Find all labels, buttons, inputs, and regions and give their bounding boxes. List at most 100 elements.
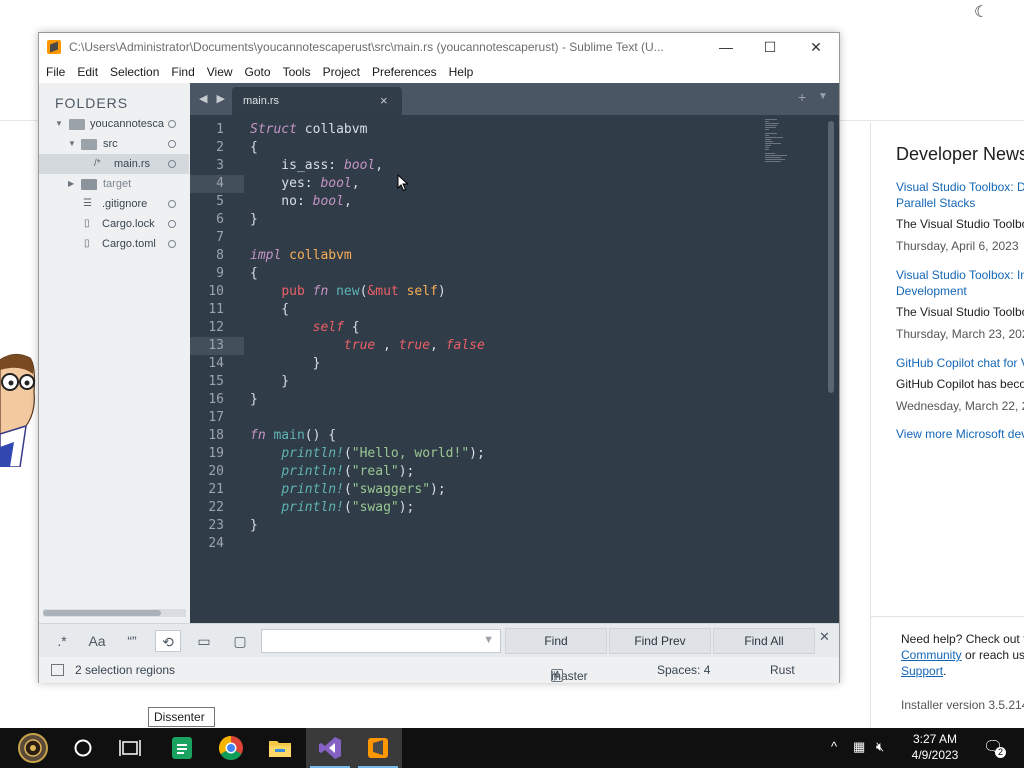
sheets-app-icon[interactable] (168, 734, 196, 762)
whole-word-toggle[interactable]: “” (119, 630, 145, 652)
code-line: { (250, 140, 258, 155)
case-sensitive-toggle[interactable]: Aa (84, 630, 110, 652)
community-link[interactable]: Community (901, 648, 962, 662)
close-find-panel-icon[interactable]: ✕ (819, 629, 830, 645)
new-tab-plus-icon[interactable]: + (798, 89, 806, 105)
tab-main-rs[interactable]: main.rs × (232, 87, 402, 115)
in-selection-toggle-icon[interactable]: ▭ (191, 630, 217, 652)
theme-moon-icon[interactable]: ☾ (974, 2, 988, 22)
show-hidden-icons-chevron-icon[interactable]: ^ (831, 739, 837, 754)
regex-toggle[interactable]: .* (49, 630, 75, 652)
line-number: 14 (208, 356, 224, 371)
sidebar-item-src[interactable]: ▼ src (39, 134, 189, 154)
syntax-status[interactable]: Rust (770, 663, 795, 677)
code-editor[interactable]: 1 2 3 4 5 6 7 8 9 10 11 12 13 14 15 16 17 18 19 20 21 22 23 24 … (190, 115, 839, 623)
line-number: 19 (208, 446, 224, 461)
find-all-button[interactable]: Find All (713, 628, 815, 654)
sidebar-item-cargo-toml[interactable]: ▯ Cargo.toml (39, 234, 189, 254)
code-line: } (250, 356, 321, 371)
minimap[interactable] (765, 119, 795, 163)
maximize-button[interactable]: ☐ (747, 33, 793, 61)
news-link[interactable]: GitHub Copilot chat for V (896, 355, 1024, 371)
menu-project[interactable]: Project (316, 61, 365, 79)
editor-scrollbar-thumb[interactable] (828, 121, 834, 393)
line-number: 4 (216, 176, 224, 191)
taskbar-clock[interactable]: 3:27 AM 4/9/2023 (900, 731, 970, 763)
wrap-toggle-icon[interactable]: ⟲ (155, 630, 181, 652)
code-line: } (250, 392, 258, 407)
scrollbar-thumb[interactable] (43, 610, 161, 616)
find-history-dropdown-icon[interactable]: ▼ (483, 634, 494, 646)
tab-nav-arrows-icon[interactable]: ◀ ▶ (199, 92, 228, 105)
menu-view[interactable]: View (200, 61, 238, 79)
news-link[interactable]: Visual Studio Toolbox: De Parallel Stack… (896, 179, 1024, 211)
menu-selection[interactable]: Selection (103, 61, 164, 79)
start-button-icon[interactable] (10, 732, 56, 764)
sidebar-scrollbar[interactable] (43, 609, 186, 617)
code-line: impl collabvm (250, 248, 352, 263)
chevron-right-icon[interactable]: ▶ (68, 174, 74, 194)
line-number: 13 (208, 338, 224, 353)
find-button[interactable]: Find (505, 628, 607, 654)
menu-tools[interactable]: Tools (276, 61, 316, 79)
close-file-circle-icon[interactable] (168, 240, 176, 248)
close-tab-icon[interactable]: × (380, 93, 388, 108)
sidebar-item-target[interactable]: ▶ target (39, 174, 189, 194)
code-line: { (250, 302, 290, 317)
installer-version: Installer version 3.5.214 (901, 698, 1024, 712)
menu-edit[interactable]: Edit (70, 61, 103, 79)
close-window-button[interactable]: ✕ (793, 33, 839, 61)
sidebar-item-label: youcannotesca (90, 118, 164, 130)
close-folder-circle-icon[interactable] (168, 120, 176, 128)
visual-studio-installer-icon[interactable] (316, 734, 344, 762)
find-input[interactable]: ▼ (261, 629, 501, 653)
folder-open-icon (69, 119, 85, 130)
chrome-icon[interactable] (217, 734, 245, 762)
menu-help[interactable]: Help (442, 61, 479, 79)
toggle-panel-icon[interactable] (51, 664, 64, 676)
status-bar: 2 selection regions ᛘ master 4 Spaces: 4… (39, 657, 839, 683)
find-prev-button[interactable]: Find Prev (609, 628, 711, 654)
sidebar-item-gitignore[interactable]: ☰ .gitignore (39, 194, 189, 214)
menu-preferences[interactable]: Preferences (365, 61, 442, 79)
task-view-icon[interactable] (118, 736, 142, 760)
line-number: 16 (208, 392, 224, 407)
news-link[interactable]: Visual Studio Toolbox: In Development (896, 267, 1024, 299)
close-file-circle-icon[interactable] (168, 160, 176, 168)
tab-label: main.rs (243, 95, 280, 107)
title-bar[interactable]: C:\Users\Administrator\Documents\youcann… (39, 33, 839, 61)
highlight-matches-toggle-icon[interactable]: ▢ (227, 630, 253, 652)
view-more-link[interactable]: View more Microsoft dev (896, 427, 1024, 441)
folder-open-icon (81, 139, 97, 150)
code-line: println!("swag"); (281, 500, 415, 515)
support-link[interactable]: Support (901, 664, 943, 678)
file-explorer-icon[interactable] (266, 734, 294, 762)
sidebar-item-project-folder[interactable]: ▼ youcannotesca (39, 114, 189, 134)
sublime-text-taskbar-icon[interactable] (364, 734, 392, 762)
chevron-down-icon[interactable]: ▼ (55, 114, 63, 134)
close-file-circle-icon[interactable] (168, 220, 176, 228)
news-desc: GitHub Copilot has beco (896, 377, 1024, 391)
sidebar-item-cargo-lock[interactable]: ▯ Cargo.lock (39, 214, 189, 234)
sidebar-item-label: main.rs (114, 158, 151, 170)
tab-list-dropdown-icon[interactable]: ▼ (818, 91, 828, 102)
tab-bar: ◀ ▶ main.rs × + ▼ (190, 83, 839, 115)
close-folder-circle-icon[interactable] (168, 140, 176, 148)
minimize-button[interactable]: — (703, 33, 749, 61)
sidebar-item-main-rs[interactable]: /* main.rs (39, 154, 189, 174)
line-number: 20 (208, 464, 224, 479)
sidebar-item-label: target (103, 178, 132, 190)
line-number: 15 (208, 374, 224, 389)
cortana-icon[interactable] (72, 737, 94, 759)
chevron-down-icon[interactable]: ▼ (68, 134, 76, 154)
close-file-circle-icon[interactable] (168, 200, 176, 208)
branch-changes-badge: 4 (551, 669, 563, 682)
menu-find[interactable]: Find (164, 61, 199, 79)
volume-muted-icon[interactable]: 🔇︎ (876, 739, 884, 755)
network-icon[interactable]: ▦ (853, 739, 865, 755)
line-number: 23 (208, 518, 224, 533)
indentation-status[interactable]: Spaces: 4 (657, 663, 710, 677)
menu-file[interactable]: File (39, 61, 70, 79)
code-line: no: bool, (250, 194, 352, 209)
menu-goto[interactable]: Goto (238, 61, 276, 79)
